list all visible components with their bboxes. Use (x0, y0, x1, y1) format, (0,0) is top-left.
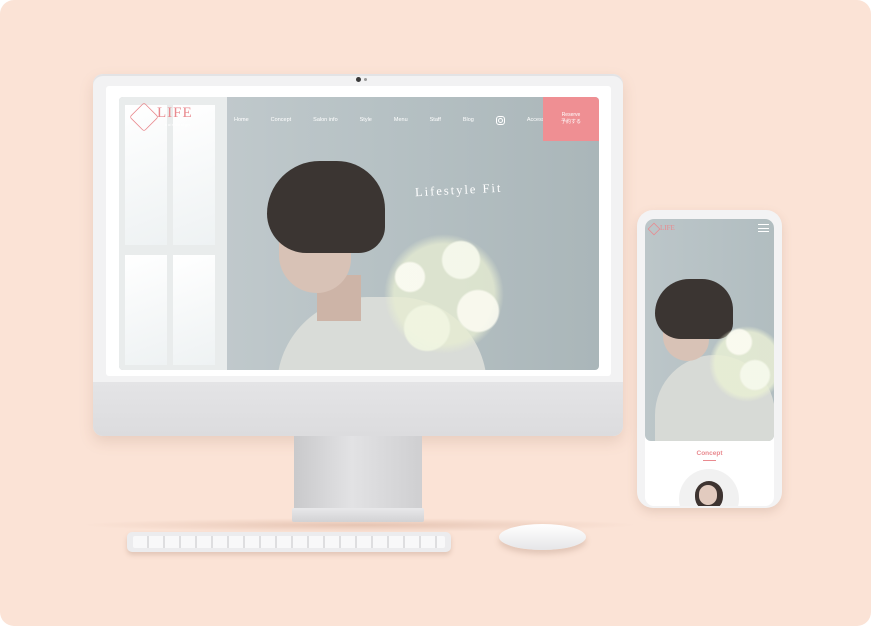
keyboard (127, 532, 451, 552)
imac-chin (93, 382, 623, 436)
concept-underline (703, 460, 716, 461)
hero-catchphrase: Lifestyle Fit (414, 180, 503, 200)
hamburger-menu-icon[interactable] (758, 224, 769, 232)
camera-indicator-icon (364, 78, 367, 81)
imac-stand-foot (292, 508, 424, 522)
phone-screen: LIFE Concept (645, 219, 774, 506)
nav-item-home[interactable]: Home (234, 117, 249, 123)
imac-screen: LIFE hair design Home Concept Salon info… (106, 86, 611, 376)
reserve-button-label: Reserve (561, 112, 581, 118)
staff-photo (679, 469, 739, 506)
site-logo-subtext: hair design (165, 122, 191, 127)
mobile-logo-icon[interactable] (647, 222, 661, 236)
desktop-site-hero: LIFE hair design Home Concept Salon info… (119, 97, 599, 370)
site-logo-text[interactable]: LIFE (157, 105, 193, 122)
concept-heading: Concept (696, 450, 723, 457)
nav-item-staff[interactable]: Staff (430, 117, 441, 123)
keyboard-keys (133, 536, 445, 548)
mobile-logo-text[interactable]: LIFE (660, 224, 675, 232)
window-pane (125, 255, 167, 365)
nav-item-menu[interactable]: Menu (394, 117, 408, 123)
site-nav: Home Concept Salon info Style Menu Staff… (234, 115, 545, 125)
camera-icon (356, 77, 361, 82)
model-hair (267, 161, 385, 253)
mobile-site-hero: LIFE (645, 219, 774, 441)
nav-item-style[interactable]: Style (360, 117, 372, 123)
imac-stand (294, 436, 422, 512)
mouse (499, 524, 586, 550)
flower-bouquet (359, 209, 529, 370)
nav-item-concept[interactable]: Concept (271, 117, 292, 123)
window-pane (173, 255, 215, 365)
nav-item-salon-info[interactable]: Salon info (313, 117, 337, 123)
window-image (119, 97, 227, 370)
mockup-stage: LIFE hair design Home Concept Salon info… (0, 0, 871, 626)
nav-item-access[interactable]: Access (527, 117, 545, 123)
reserve-button-label-ja: 予約する (560, 119, 581, 125)
instagram-icon[interactable] (495, 115, 505, 125)
staff-face (699, 485, 717, 505)
reserve-button[interactable]: Reserve 予約する (543, 97, 599, 141)
nav-item-blog[interactable]: Blog (463, 117, 474, 123)
